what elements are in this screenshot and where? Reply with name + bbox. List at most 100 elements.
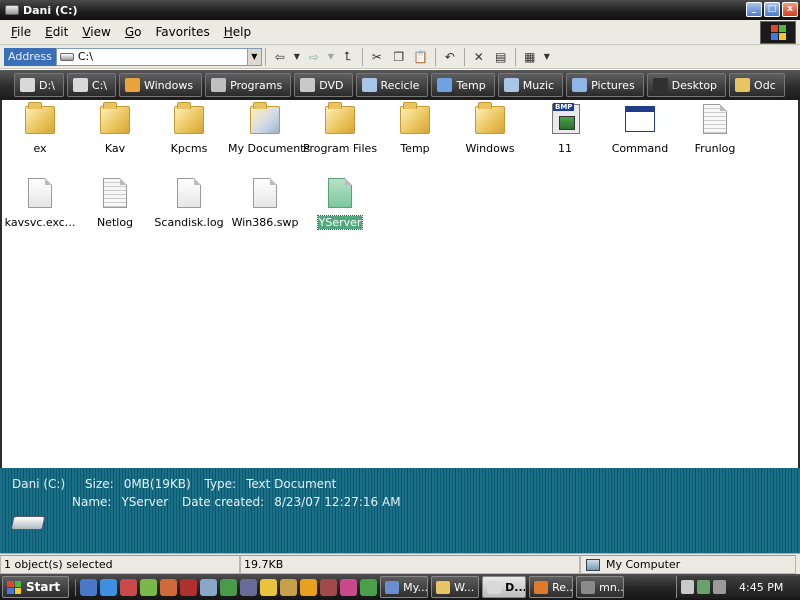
file-item[interactable]: My Documents [227,102,310,155]
menu-edit[interactable]: Edit [38,20,75,45]
link-button-dvd[interactable]: DVD [294,73,353,97]
media-icon[interactable] [340,578,358,596]
file-name: Netlog [96,216,134,229]
views-button[interactable]: ▦ [519,47,541,67]
file-item[interactable]: Scandisk.log [151,176,227,229]
details-row-size-type: Size: 0MB(19KB) Type: Text Document [85,477,346,491]
network-icon[interactable] [220,578,238,596]
address-dropdown-button[interactable]: ▼ [246,48,261,65]
link-label: Odc [754,78,776,92]
properties-button[interactable]: ▤ [490,47,512,67]
file-list[interactable]: ex Kav Kpcms My Documents Program Files Temp W… [0,100,800,468]
back-button[interactable]: ⇦ [269,47,291,67]
cut-button[interactable]: ✂ [366,47,388,67]
close-button[interactable]: x [782,2,798,17]
gear-icon[interactable] [140,578,158,596]
details-panel: Dani (C:) Size: 0MB(19KB) Type: Text Docum… [0,468,800,553]
toolbar-separator [434,47,436,66]
forward-dropdown-icon[interactable]: ▼ [325,47,337,67]
internet-explorer-icon[interactable] [100,578,118,596]
link-button-temp[interactable]: Temp [431,73,495,97]
up-folder-button[interactable]: ⮤ [337,47,359,67]
arrows-icon [437,78,453,92]
menu-favorites[interactable]: Favorites [148,20,216,45]
link-button-recicle[interactable]: Recicle [355,73,429,97]
file-item[interactable]: Temp [377,102,453,155]
file-item[interactable]: BMP 11 [527,102,603,155]
windows-icon [124,78,140,92]
file-item[interactable]: YServer [302,176,378,230]
link-button-programs[interactable]: Programs [205,73,292,97]
delete-button[interactable]: ✕ [468,47,490,67]
file-item[interactable]: kavsvc.exc... [2,176,78,229]
toolbar-separator [463,47,465,66]
mail-icon[interactable] [320,578,338,596]
link-button-muzic[interactable]: Muzic [497,73,564,97]
file-item[interactable]: Win386.swp [227,176,303,229]
camera-icon[interactable] [713,580,726,594]
app-icon[interactable] [180,578,198,596]
file-item[interactable]: Frunlog [677,102,753,155]
menu-file[interactable]: File [4,20,38,45]
disc-icon [300,78,316,92]
network-icon[interactable] [697,580,710,594]
gear-icon [211,78,227,92]
menu-help[interactable]: Help [217,20,258,45]
taskbar: Start My... W... D... Re... mn... 4:45 PM [0,574,800,600]
folder-icon [324,102,356,138]
file-name: 11 [558,142,572,155]
menu-go[interactable]: Go [118,20,149,45]
link-button-d[interactable]: D:\ [14,73,64,97]
edit-icon[interactable] [280,578,298,596]
taskbar-button[interactable]: D... [482,576,527,598]
file-name: Frunlog [694,142,736,155]
app-icon[interactable] [120,578,138,596]
search-icon[interactable] [200,578,218,596]
file-name: YServer [316,215,364,230]
back-dropdown-icon[interactable]: ▼ [291,47,303,67]
file-item[interactable]: Command [602,102,678,155]
minimize-button[interactable]: _ [746,2,762,17]
address-input[interactable]: C:\ ▼ [55,47,262,66]
file-item[interactable]: Program Files [302,102,378,155]
file-item[interactable]: Netlog [77,176,153,229]
taskbar-button[interactable]: W... [431,576,480,598]
file-name: kavsvc.exc... [4,216,76,229]
undo-button[interactable]: ↶ [439,47,461,67]
window-icon [385,580,400,594]
link-button-odc[interactable]: Odc [729,73,785,97]
shield-icon[interactable] [300,578,318,596]
file-item[interactable]: Kav [77,102,153,155]
clock[interactable]: 4:45 PM [739,581,783,594]
forward-button[interactable]: ⇨ [303,47,325,67]
status-zone: My Computer [580,555,796,574]
file-icon [249,176,281,212]
monitor-icon[interactable] [240,578,258,596]
smiley-icon[interactable] [260,578,278,596]
link-button-c[interactable]: C:\ [66,73,116,97]
views-dropdown-icon[interactable]: ▼ [541,47,553,67]
taskbar-button[interactable]: Re... [529,576,574,598]
file-item[interactable]: ex [2,102,78,155]
taskbar-button-label: D... [505,580,527,594]
maximize-button[interactable]: □ [764,2,780,17]
tools-icon[interactable] [160,578,178,596]
volume-icon[interactable] [681,580,694,594]
link-button-pictures[interactable]: Pictures [566,73,644,97]
window-icon [581,580,596,594]
file-item[interactable]: Windows [452,102,528,155]
start-label: Start [26,580,61,594]
show-desktop-icon[interactable] [80,578,98,596]
link-label: Muzic [522,78,555,92]
taskbar-button[interactable]: My... [380,576,429,598]
link-button-desktop[interactable]: Desktop [646,73,727,97]
taskbar-button[interactable]: mn... [576,576,625,598]
title-bar[interactable]: Dani (C:) _ □ x [0,0,800,20]
torrent-icon[interactable] [360,578,378,596]
copy-button[interactable]: ❐ [388,47,410,67]
paste-button[interactable]: 📋 [410,47,432,67]
file-item[interactable]: Kpcms [151,102,227,155]
menu-view[interactable]: View [75,20,117,45]
link-button-windows[interactable]: Windows [118,73,203,97]
start-button[interactable]: Start [2,576,70,598]
